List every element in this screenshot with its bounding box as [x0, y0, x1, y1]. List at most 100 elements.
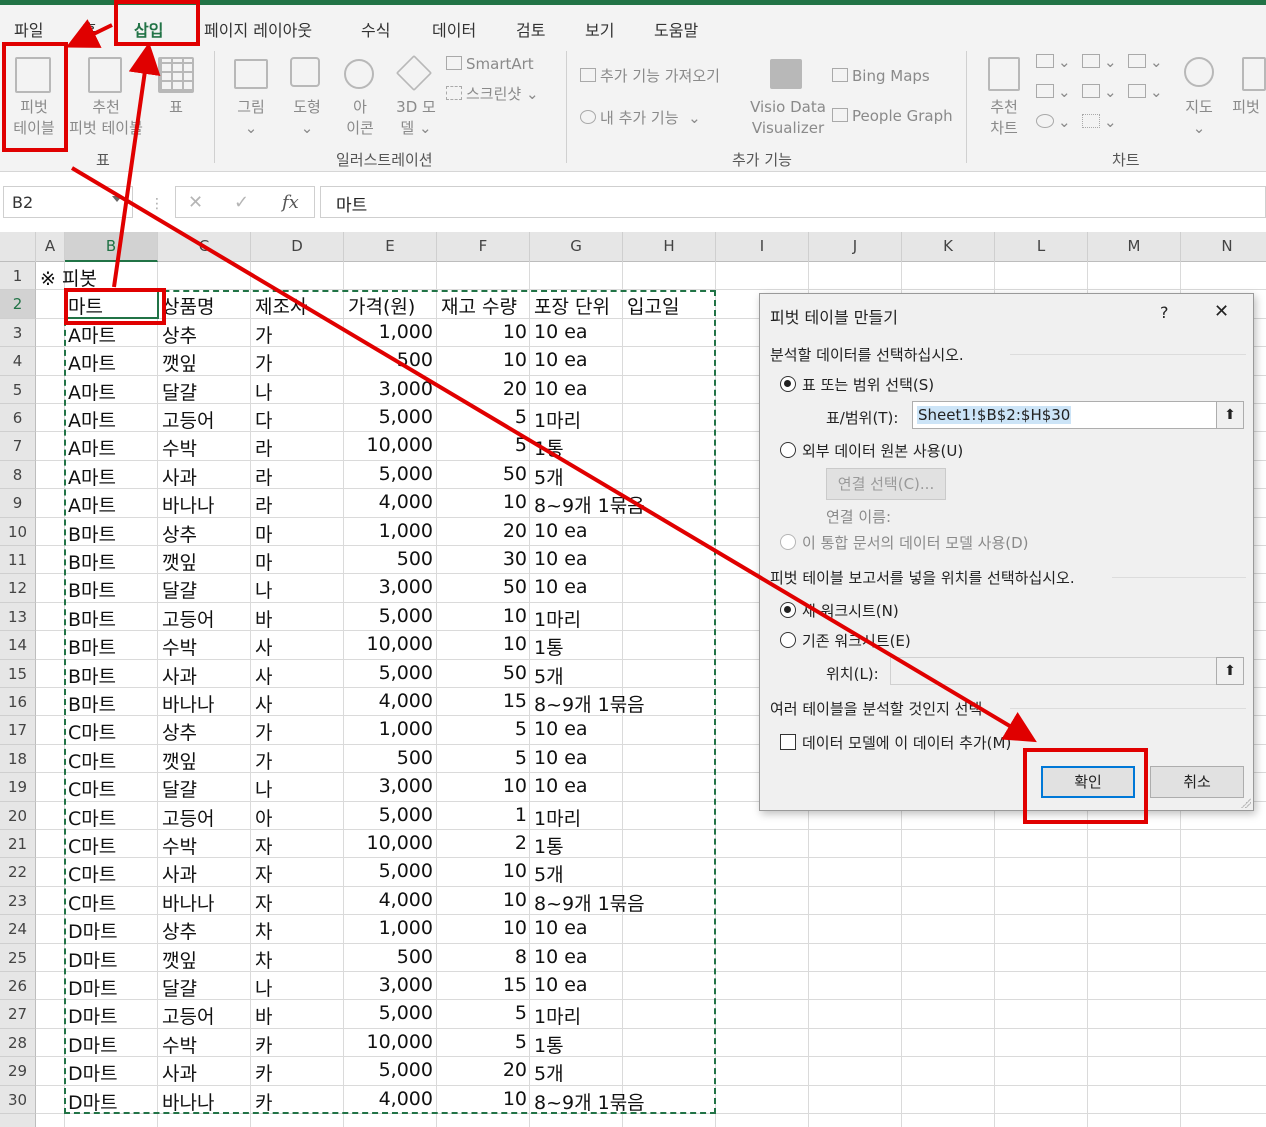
row-header[interactable]: 2: [0, 290, 36, 319]
picture-button[interactable]: 그림 ⌄: [226, 97, 276, 139]
tab-page-layout[interactable]: 페이지 레이아웃: [204, 17, 312, 41]
column-header-f[interactable]: F: [437, 232, 530, 262]
enter-icon[interactable]: ✓: [234, 192, 249, 213]
row-header[interactable]: 21: [0, 830, 36, 859]
3d-models-button[interactable]: 3D 모 델 ⌄: [388, 97, 444, 139]
scatter-chart-button[interactable]: ⌄: [1082, 113, 1117, 131]
column-header-a[interactable]: A: [36, 232, 65, 262]
radio-table-range[interactable]: [780, 376, 796, 392]
smartart-button[interactable]: SmartArt: [446, 55, 534, 73]
tab-review[interactable]: 검토: [516, 17, 545, 41]
shapes-button[interactable]: 도형 ⌄: [282, 97, 332, 139]
table-range-input[interactable]: Sheet1!$B$2:$H$30: [912, 401, 1218, 429]
radio-external-source[interactable]: [780, 442, 796, 458]
tab-data[interactable]: 데이터: [432, 17, 476, 41]
collapse-location-button[interactable]: ⬆: [1216, 657, 1244, 685]
tab-formulas[interactable]: 수식: [361, 17, 390, 41]
radio-data-model[interactable]: [780, 534, 796, 550]
row-header[interactable]: 17: [0, 716, 36, 745]
name-box-dropdown-icon[interactable]: [112, 196, 122, 202]
table-button[interactable]: 표: [156, 97, 196, 118]
cancel-icon[interactable]: ✕: [188, 192, 203, 213]
column-header-g[interactable]: G: [530, 232, 623, 262]
insert-function-icon[interactable]: fx: [282, 192, 299, 213]
radio-new-worksheet[interactable]: [780, 602, 796, 618]
location-input[interactable]: [890, 657, 1218, 685]
add-to-data-model-checkbox[interactable]: [780, 734, 796, 750]
row-header[interactable]: 6: [0, 404, 36, 433]
row-header[interactable]: 7: [0, 432, 36, 461]
row-header[interactable]: 3: [0, 318, 36, 348]
column-header-n[interactable]: N: [1181, 232, 1266, 262]
row-header[interactable]: 27: [0, 1000, 36, 1029]
row-header[interactable]: 10: [0, 517, 36, 546]
recommended-pivot-button[interactable]: 추천 피벗 테이블: [66, 97, 146, 139]
row-header[interactable]: 24: [0, 915, 36, 944]
row-header[interactable]: 1: [0, 262, 36, 291]
column-header-h[interactable]: H: [623, 232, 716, 262]
icons-button[interactable]: 아 이콘: [335, 97, 385, 139]
combo-chart-button[interactable]: ⌄: [1128, 83, 1163, 101]
help-button[interactable]: ?: [1160, 303, 1169, 322]
row-header[interactable]: 18: [0, 744, 36, 774]
column-header-j[interactable]: J: [809, 232, 902, 262]
tab-help[interactable]: 도움말: [654, 17, 698, 41]
row-header[interactable]: 13: [0, 602, 36, 632]
column-header-e[interactable]: E: [344, 232, 437, 262]
maps-button[interactable]: 지도 ⌄: [1178, 97, 1220, 139]
column-header-k[interactable]: K: [902, 232, 995, 262]
tab-home[interactable]: 홈: [82, 17, 97, 41]
row-header[interactable]: 23: [0, 886, 36, 916]
column-header-c[interactable]: C: [158, 232, 251, 262]
pivot-chart-button[interactable]: 피벗: [1226, 97, 1266, 118]
pie-chart-button[interactable]: ⌄: [1036, 113, 1071, 131]
row-header[interactable]: 11: [0, 546, 36, 575]
visio-data-visualizer-button[interactable]: Visio Data Visualizer: [746, 97, 830, 139]
waterfall-chart-button[interactable]: ⌄: [1128, 53, 1163, 71]
row-header[interactable]: 12: [0, 574, 36, 603]
row-header[interactable]: 20: [0, 801, 36, 830]
row-header[interactable]: 5: [0, 375, 36, 404]
radio-existing-worksheet[interactable]: [780, 632, 796, 648]
get-addins-button[interactable]: 추가 기능 가져오기: [580, 65, 720, 86]
cancel-button[interactable]: 취소: [1150, 766, 1244, 798]
resize-grip-icon[interactable]: [1241, 798, 1251, 808]
row-header[interactable]: 16: [0, 688, 36, 717]
row-header[interactable]: 19: [0, 773, 36, 802]
statistic-chart-button[interactable]: ⌄: [1082, 83, 1117, 101]
my-addins-button[interactable]: 내 추가 기능 ⌄: [580, 107, 701, 128]
row-header[interactable]: 9: [0, 489, 36, 518]
close-button[interactable]: ✕: [1214, 301, 1229, 322]
row-header[interactable]: 25: [0, 943, 36, 972]
row-header[interactable]: [0, 1114, 36, 1127]
recommended-charts-button[interactable]: 추천 차트: [978, 97, 1030, 139]
row-header[interactable]: 4: [0, 347, 36, 376]
hierarchy-chart-button[interactable]: ⌄: [1082, 53, 1117, 71]
choose-connection-button[interactable]: 연결 선택(C)...: [826, 468, 946, 500]
column-header-b[interactable]: B: [65, 232, 158, 262]
sheet-note[interactable]: ※ 피봇: [40, 264, 97, 291]
formula-input[interactable]: 마트: [320, 186, 1266, 218]
row-header[interactable]: 28: [0, 1028, 36, 1058]
screenshot-button[interactable]: 스크린샷 ⌄: [446, 83, 539, 104]
row-header[interactable]: 29: [0, 1057, 36, 1086]
column-header-l[interactable]: L: [995, 232, 1088, 262]
row-header[interactable]: 30: [0, 1085, 36, 1114]
column-header-d[interactable]: D: [251, 232, 344, 262]
tab-view[interactable]: 보기: [585, 17, 614, 41]
row-header[interactable]: 26: [0, 972, 36, 1001]
column-header-m[interactable]: M: [1088, 232, 1181, 262]
row-header[interactable]: 22: [0, 858, 36, 887]
collapse-dialog-button[interactable]: ⬆: [1216, 401, 1244, 429]
row-header[interactable]: 15: [0, 659, 36, 688]
row-header[interactable]: 14: [0, 631, 36, 660]
column-chart-button[interactable]: ⌄: [1036, 53, 1071, 71]
row-header[interactable]: 8: [0, 460, 36, 490]
tab-file[interactable]: 파일: [14, 17, 43, 41]
select-all-corner[interactable]: [0, 232, 36, 262]
name-box[interactable]: B2: [3, 186, 133, 218]
line-chart-button[interactable]: ⌄: [1036, 83, 1071, 101]
people-graph-button[interactable]: People Graph: [832, 107, 953, 125]
bing-maps-button[interactable]: Bing Maps: [832, 67, 930, 85]
column-header-i[interactable]: I: [716, 232, 809, 262]
